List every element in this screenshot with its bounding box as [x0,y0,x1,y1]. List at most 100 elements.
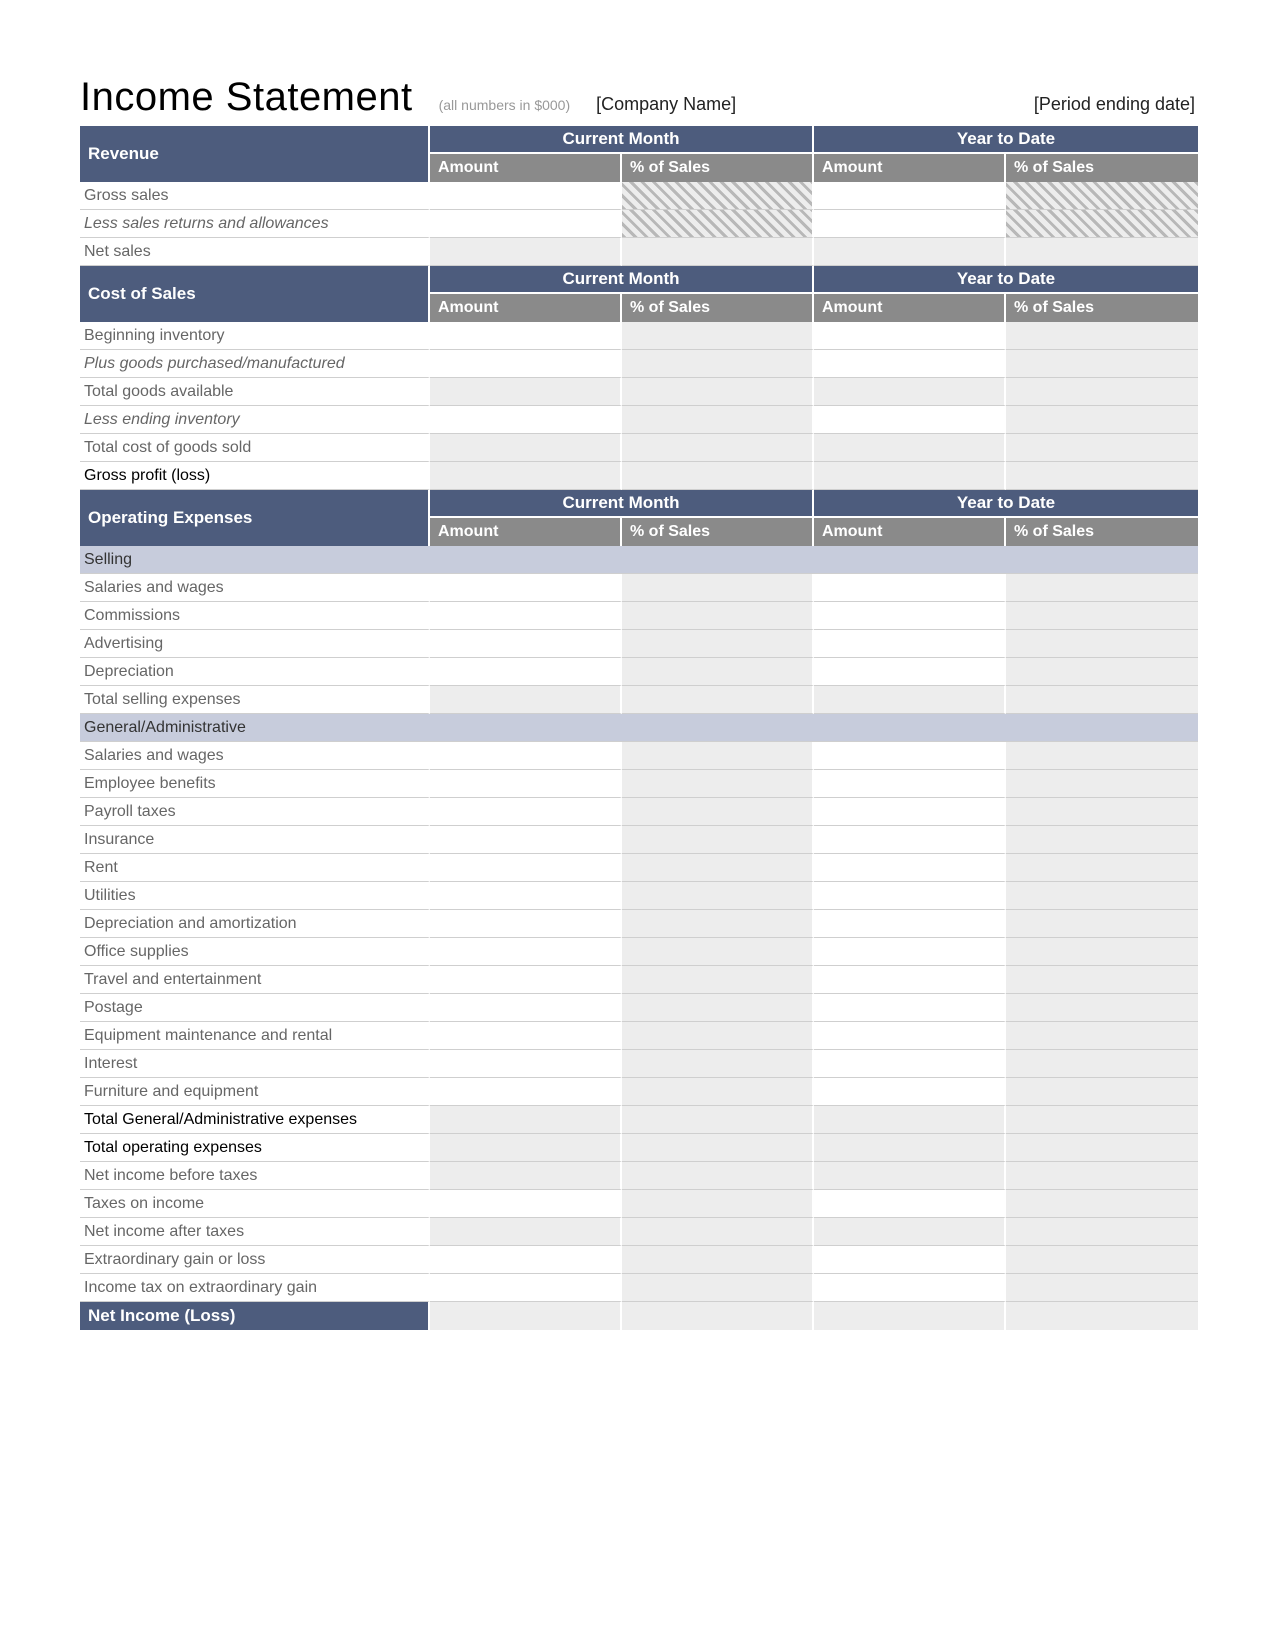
cell-amount-ytd[interactable] [814,826,1006,854]
table-row: Total selling expenses [80,686,1198,714]
table-row: Utilities [80,882,1198,910]
cell-pct-ytd [1006,378,1198,406]
col-pct: % of Sales [622,294,814,322]
cell-pct-ytd [1006,1162,1198,1190]
period-header-ytd: Year to Date [814,126,1198,154]
footer-row-net-income: Net Income (Loss) [80,1302,1198,1330]
cell-amount-cm[interactable] [430,322,622,350]
cell-amount-ytd[interactable] [814,742,1006,770]
cell-amount-cm[interactable] [430,1246,622,1274]
cell-amount-ytd[interactable] [814,1190,1006,1218]
row-label: Salaries and wages [80,574,430,602]
row-label: Gross sales [80,182,430,210]
cell-amount-ytd[interactable] [814,602,1006,630]
cell-pct-ytd [1006,322,1198,350]
cell-amount-cm[interactable] [430,770,622,798]
cell-amount-ytd[interactable] [814,630,1006,658]
cell-pct-cm [622,182,814,210]
cell-pct-ytd [1006,994,1198,1022]
cell-pct-cm [622,1162,814,1190]
cell-pct-ytd [1006,910,1198,938]
cell-amount-cm[interactable] [430,658,622,686]
col-pct: % of Sales [1006,518,1198,546]
cell-amount-cm[interactable] [430,630,622,658]
section-title: Cost of Sales [80,266,430,322]
cell-amount-ytd[interactable] [814,882,1006,910]
cell-amount-cm[interactable] [430,938,622,966]
cell-amount-cm[interactable] [430,574,622,602]
cell-amount-ytd[interactable] [814,938,1006,966]
cell-pct-ytd [1006,350,1198,378]
cell-amount-ytd[interactable] [814,350,1006,378]
cell-amount-cm[interactable] [430,1274,622,1302]
cell-amount-ytd[interactable] [814,1078,1006,1106]
cell-amount-cm[interactable] [430,882,622,910]
row-label: Employee benefits [80,770,430,798]
cell-pct-cm [622,938,814,966]
cell-amount-cm [430,1302,622,1330]
cell-pct-ytd [1006,742,1198,770]
cell-amount-ytd[interactable] [814,798,1006,826]
cell-amount-ytd[interactable] [814,1050,1006,1078]
cell-pct-ytd [1006,238,1198,266]
cell-pct-cm [622,994,814,1022]
table-row: Income tax on extraordinary gain [80,1274,1198,1302]
section-header-revenue: Revenue Current Month Year to Date [80,126,1198,154]
cell-amount-cm[interactable] [430,1022,622,1050]
cell-amount-ytd[interactable] [814,1274,1006,1302]
cell-amount-cm[interactable] [430,602,622,630]
cell-amount-cm[interactable] [430,1050,622,1078]
cell-pct-ytd [1006,1022,1198,1050]
cell-pct-cm [622,350,814,378]
col-amount: Amount [814,518,1006,546]
period-header-ytd: Year to Date [814,490,1198,518]
cell-amount-cm[interactable] [430,210,622,238]
cell-amount-cm[interactable] [430,798,622,826]
row-label: Total operating expenses [80,1134,430,1162]
row-label: Interest [80,1050,430,1078]
cell-amount-cm[interactable] [430,910,622,938]
cell-amount-ytd[interactable] [814,1022,1006,1050]
cell-amount-ytd[interactable] [814,770,1006,798]
cell-amount-cm[interactable] [430,994,622,1022]
table-row: Payroll taxes [80,798,1198,826]
cell-amount-cm [430,686,622,714]
cell-amount-ytd[interactable] [814,658,1006,686]
cell-pct-ytd [1006,1246,1198,1274]
cell-amount-cm[interactable] [430,742,622,770]
cell-pct-cm [622,238,814,266]
cell-amount-cm [430,462,622,490]
row-label: Taxes on income [80,1190,430,1218]
band-label: General/Administrative [80,714,1198,742]
cell-amount-ytd[interactable] [814,182,1006,210]
period-ending: [Period ending date] [1034,94,1195,115]
page-title: Income Statement [80,75,413,120]
cell-pct-ytd [1006,1274,1198,1302]
cell-pct-ytd [1006,658,1198,686]
cell-pct-cm [622,434,814,462]
col-amount: Amount [430,154,622,182]
cell-amount-ytd[interactable] [814,994,1006,1022]
page-header: Income Statement (all numbers in $000) [… [80,75,1195,124]
cell-amount-cm[interactable] [430,854,622,882]
table-row: Employee benefits [80,770,1198,798]
cell-amount-cm[interactable] [430,966,622,994]
cell-amount-ytd[interactable] [814,322,1006,350]
cell-amount-ytd[interactable] [814,574,1006,602]
cell-amount-cm[interactable] [430,826,622,854]
cell-amount-ytd[interactable] [814,406,1006,434]
cell-amount-cm[interactable] [430,1078,622,1106]
cell-pct-ytd [1006,938,1198,966]
cell-amount-cm[interactable] [430,1190,622,1218]
cell-amount-ytd[interactable] [814,1246,1006,1274]
cell-amount-cm[interactable] [430,350,622,378]
cell-amount-ytd[interactable] [814,210,1006,238]
row-label: Net sales [80,238,430,266]
cell-amount-ytd[interactable] [814,910,1006,938]
cell-amount-ytd[interactable] [814,854,1006,882]
cell-amount-ytd[interactable] [814,966,1006,994]
cell-pct-ytd [1006,1078,1198,1106]
cell-pct-cm [622,910,814,938]
cell-amount-cm[interactable] [430,182,622,210]
cell-amount-cm[interactable] [430,406,622,434]
